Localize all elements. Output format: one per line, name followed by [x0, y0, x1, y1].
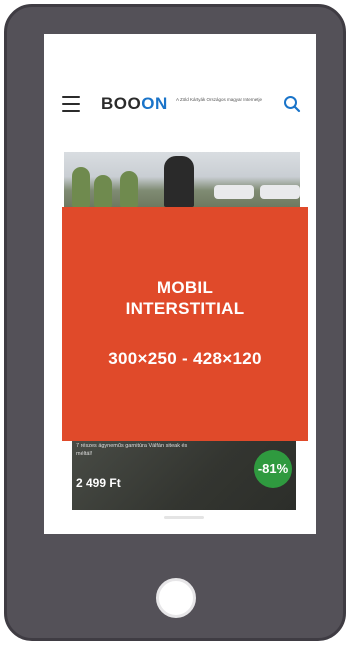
site-logo[interactable]: BOOON: [101, 94, 168, 114]
logo-text: BOO: [101, 94, 142, 113]
hamburger-icon[interactable]: [62, 96, 80, 112]
ad-title-line1: MOBIL: [156, 278, 214, 297]
footer-divider: [164, 516, 204, 519]
search-icon[interactable]: [282, 94, 302, 114]
home-button[interactable]: [156, 578, 196, 618]
article-photo[interactable]: [64, 152, 300, 207]
mobile-interstitial-ad[interactable]: MOBIL INTERSTITIAL 300×250 - 428×120: [62, 207, 308, 441]
promo-offer-card[interactable]: groupe 7 részes ágyneműs garnitúra Válfá…: [72, 430, 296, 510]
site-tagline: A Zöld Kártyák Országos magyar Internetj…: [176, 97, 263, 102]
logo-accent-text: ON: [141, 94, 168, 113]
promo-description: 7 részes ágyneműs garnitúra Válfán sitea…: [76, 443, 188, 457]
ad-sizes: 300×250 - 428×120: [108, 349, 262, 368]
ad-title-line2: INTERSTITIAL: [125, 299, 245, 318]
ad-title: MOBIL INTERSTITIAL: [62, 277, 308, 319]
promo-price: 2 499 Ft: [76, 476, 121, 490]
site-header: BOOON A Zöld Kártyák Országos magyar Int…: [44, 86, 316, 120]
discount-badge: -81%: [254, 450, 292, 488]
